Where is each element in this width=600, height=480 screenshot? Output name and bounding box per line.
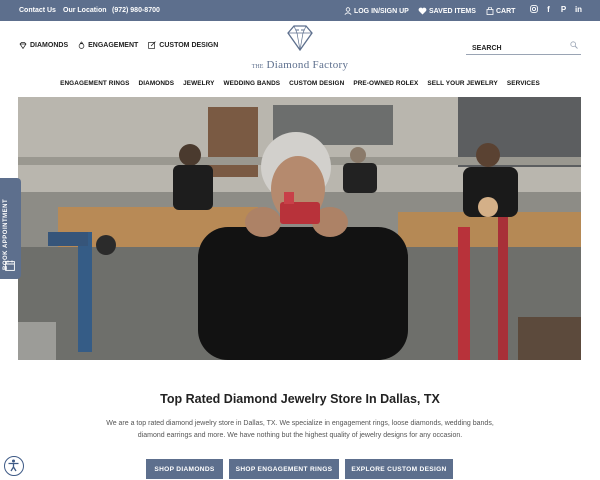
our-location-link[interactable]: Our Location	[63, 7, 107, 14]
nav-diamonds[interactable]: DIAMONDS	[139, 80, 175, 87]
saved-items-link[interactable]: SAVED ITEMS	[418, 7, 476, 15]
logo-text: THE Diamond Factory	[238, 59, 362, 71]
phone-link[interactable]: (972) 980-8700	[112, 7, 160, 14]
cart-link[interactable]: CART	[486, 7, 515, 15]
logo-prefix: THE	[251, 64, 264, 70]
book-appointment-tab[interactable]: BOOK APPOINTMENT	[0, 178, 21, 279]
nav-pre-owned-rolex[interactable]: PRE-OWNED ROLEX	[353, 80, 418, 87]
hero-image	[18, 97, 581, 360]
shop-engagement-rings-button[interactable]: SHOP ENGAGEMENT RINGS	[229, 459, 339, 479]
page-headline: Top Rated Diamond Jewelry Store In Dalla…	[160, 392, 440, 406]
cta-buttons: SHOP DIAMONDS SHOP ENGAGEMENT RINGS EXPL…	[146, 459, 453, 479]
search-icon[interactable]	[570, 41, 578, 49]
accessibility-icon	[8, 459, 19, 472]
jewelers-workshop-photo	[18, 97, 581, 360]
header-links: DIAMONDS ENGAGEMENT CUSTOM DESIGN	[19, 41, 218, 49]
header-custom-design-label: CUSTOM DESIGN	[159, 41, 219, 49]
header-diamonds-label: DIAMONDS	[30, 41, 69, 49]
contact-us-link[interactable]: Contact Us	[19, 7, 56, 14]
nav-jewelry[interactable]: JEWELRY	[183, 80, 214, 87]
nav-sell-your-jewelry[interactable]: SELL YOUR JEWELRY	[427, 80, 497, 87]
header-engagement-link[interactable]: ENGAGEMENT	[78, 41, 138, 49]
nav-engagement-rings[interactable]: ENGAGEMENT RINGS	[60, 80, 129, 87]
intro-text: We are a top rated diamond jewelry store…	[106, 420, 494, 439]
pinterest-icon[interactable]: P	[559, 5, 568, 15]
diamond-factory-logo-mark	[287, 25, 313, 52]
logo[interactable]: THE Diamond Factory	[238, 25, 362, 71]
search-input[interactable]	[466, 40, 561, 57]
calendar-icon	[5, 260, 15, 271]
instagram-icon[interactable]	[529, 5, 538, 15]
diamond-icon	[19, 41, 27, 49]
main-nav: ENGAGEMENT RINGS DIAMONDS JEWELRY WEDDIN…	[0, 80, 600, 87]
header-custom-design-link[interactable]: CUSTOM DESIGN	[148, 41, 218, 49]
saved-items-label: SAVED ITEMS	[428, 7, 476, 15]
linkedin-icon[interactable]: in	[574, 5, 583, 15]
top-bar: Contact Us Our Location (972) 980-8700 L…	[0, 0, 600, 21]
search-box	[466, 37, 581, 57]
shop-diamonds-button[interactable]: SHOP DIAMONDS	[146, 459, 223, 479]
cart-label: CART	[495, 7, 516, 15]
accessibility-button[interactable]	[4, 456, 24, 476]
nav-wedding-bands[interactable]: WEDDING BANDS	[223, 80, 280, 87]
user-icon	[344, 7, 352, 15]
facebook-icon[interactable]: f	[544, 5, 553, 15]
logo-name: Diamond Factory	[266, 59, 349, 71]
login-label: LOG IN/SIGN UP	[353, 7, 409, 15]
header-diamonds-link[interactable]: DIAMONDS	[19, 42, 68, 49]
header-engagement-label: ENGAGEMENT	[88, 41, 139, 49]
heart-icon	[418, 7, 427, 15]
nav-custom-design[interactable]: CUSTOM DESIGN	[289, 80, 344, 87]
pencil-icon	[148, 41, 156, 49]
explore-custom-design-button[interactable]: EXPLORE CUSTOM DESIGN	[345, 459, 453, 479]
login-link[interactable]: LOG IN/SIGN UP	[344, 7, 409, 15]
ring-icon	[78, 41, 85, 49]
social-links: f P in	[529, 5, 583, 15]
cart-icon	[486, 7, 494, 15]
nav-services[interactable]: SERVICES	[507, 80, 540, 87]
